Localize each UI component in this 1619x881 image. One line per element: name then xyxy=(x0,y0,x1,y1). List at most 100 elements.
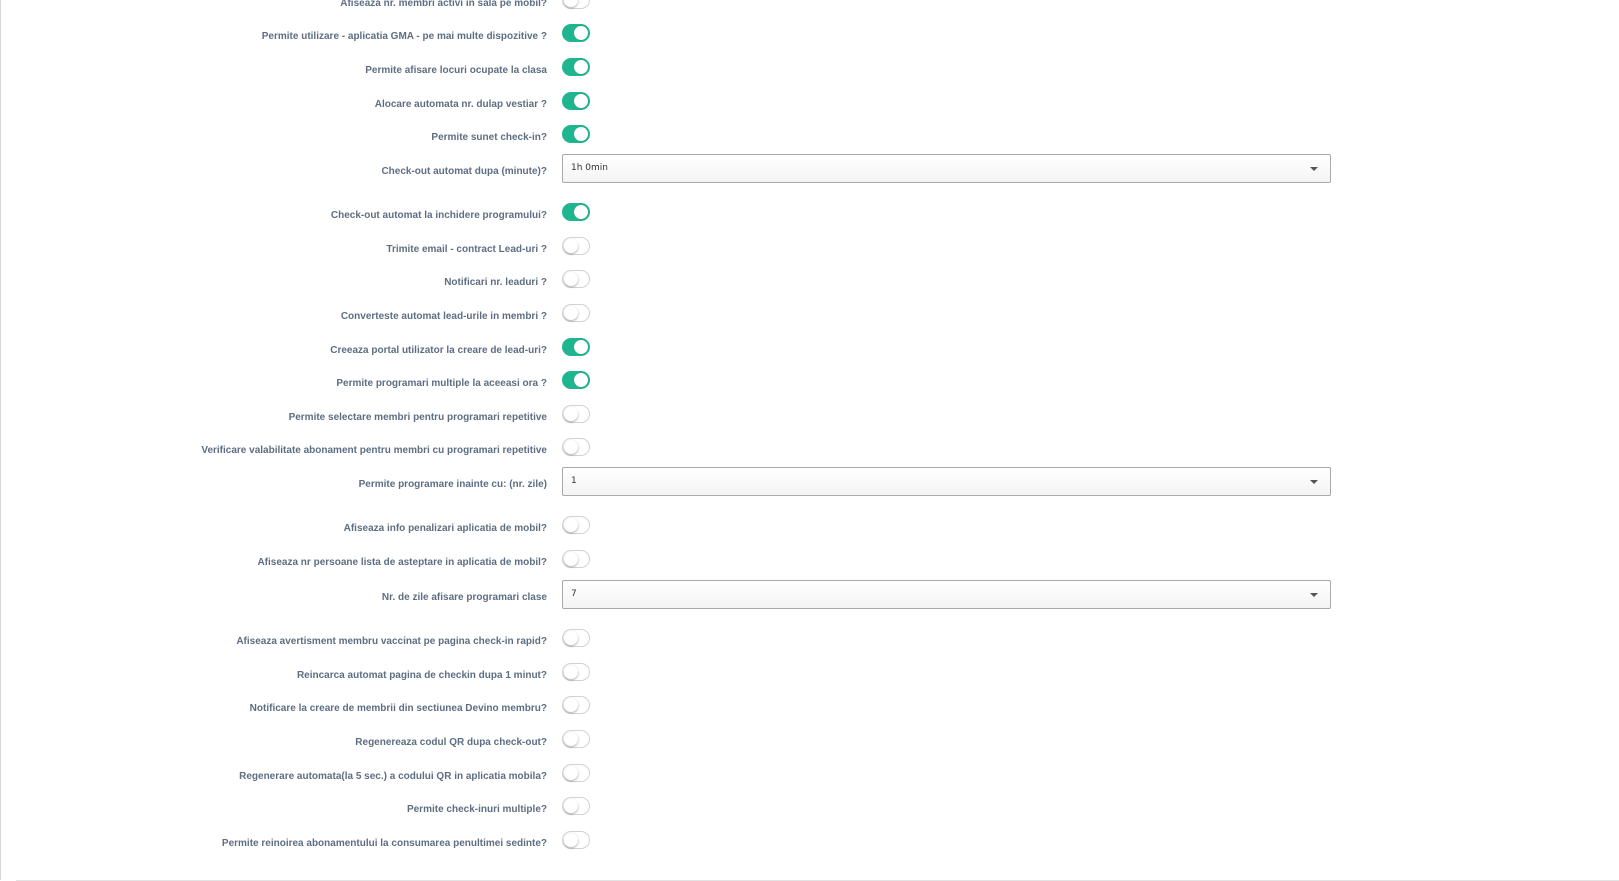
toggle-knob xyxy=(564,518,578,532)
setting-toggle[interactable] xyxy=(562,516,590,534)
toggle-knob xyxy=(564,665,578,679)
toggle-knob xyxy=(564,407,578,421)
toggle-knob xyxy=(564,833,578,847)
toggle-knob xyxy=(564,440,578,454)
setting-label: Regenerare automata(la 5 sec.) a codului… xyxy=(239,771,547,782)
setting-label: Regenereaza codul QR dupa check-out? xyxy=(355,737,547,748)
setting-row: Permite afisare locuri ocupate la clasa xyxy=(0,58,1619,84)
setting-label: Nr. de zile afisare programari clase xyxy=(381,592,547,603)
chevron-down-icon xyxy=(1310,480,1318,484)
setting-toggle[interactable] xyxy=(562,304,590,322)
setting-row: Permite programare inainte cu: (nr. zile… xyxy=(0,467,1619,498)
setting-label: Converteste automat lead-urile in membri… xyxy=(340,311,547,322)
toggle-knob xyxy=(564,698,578,712)
setting-toggle[interactable] xyxy=(562,237,590,255)
setting-label: Reincarca automat pagina de checkin dupa… xyxy=(296,670,547,681)
setting-label: Verificare valabilitate abonament pentru… xyxy=(201,445,547,456)
select-value: 1 xyxy=(571,476,577,486)
setting-label: Notificare la creare de membrii din sect… xyxy=(249,703,547,714)
toggle-knob xyxy=(564,631,578,645)
setting-label: Check-out automat la inchidere programul… xyxy=(330,210,547,221)
setting-toggle[interactable] xyxy=(562,58,590,76)
setting-row: Permite selectare membri pentru programa… xyxy=(0,405,1619,431)
setting-row: Trimite email - contract Lead-uri ? xyxy=(0,237,1619,263)
toggle-knob xyxy=(564,239,578,253)
setting-toggle[interactable] xyxy=(562,371,590,389)
setting-row: Permite sunet check-in? xyxy=(0,125,1619,151)
toggle-knob xyxy=(574,94,588,108)
select-value: 1h 0min xyxy=(571,163,608,173)
setting-row: Check-out automat la inchidere programul… xyxy=(0,203,1619,229)
setting-toggle[interactable] xyxy=(562,696,590,714)
setting-row: Converteste automat lead-urile in membri… xyxy=(0,304,1619,330)
setting-row: Regenereaza codul QR dupa check-out? xyxy=(0,730,1619,756)
setting-row: Creeaza portal utilizator la creare de l… xyxy=(0,338,1619,364)
toggle-knob xyxy=(564,766,578,780)
setting-row: Afiseaza info penalizari aplicatia de mo… xyxy=(0,516,1619,542)
setting-toggle[interactable] xyxy=(562,730,590,748)
setting-row: Permite utilizare - aplicatia GMA - pe m… xyxy=(0,24,1619,50)
setting-label: Permite check-inuri multiple? xyxy=(406,804,547,815)
setting-label: Afiseaza info penalizari aplicatia de mo… xyxy=(343,523,547,534)
setting-toggle[interactable] xyxy=(562,629,590,647)
setting-toggle[interactable] xyxy=(562,550,590,568)
setting-toggle[interactable] xyxy=(562,764,590,782)
setting-select[interactable]: 7 xyxy=(562,580,1331,609)
toggle-knob xyxy=(564,799,578,813)
setting-label: Alocare automata nr. dulap vestiar ? xyxy=(374,99,547,110)
toggle-knob xyxy=(564,732,578,746)
setting-toggle[interactable] xyxy=(562,405,590,423)
setting-row: Notificari nr. leaduri ? xyxy=(0,270,1619,296)
chevron-down-icon xyxy=(1310,593,1318,597)
setting-row: Check-out automat dupa (minute)? 1h 0min xyxy=(0,154,1619,185)
setting-label: Permite programare inainte cu: (nr. zile… xyxy=(358,479,547,490)
setting-label: Permite afisare locuri ocupate la clasa xyxy=(365,65,547,76)
toggle-knob xyxy=(574,60,588,74)
setting-row: Permite programari multiple la aceeasi o… xyxy=(0,371,1619,397)
setting-row: Afiseaza nr persoane lista de asteptare … xyxy=(0,550,1619,576)
setting-toggle[interactable] xyxy=(562,438,590,456)
setting-toggle[interactable] xyxy=(562,797,590,815)
setting-label: Creeaza portal utilizator la creare de l… xyxy=(330,345,547,356)
setting-row: Afiseaza avertisment membru vaccinat pe … xyxy=(0,629,1619,655)
setting-label: Permite sunet check-in? xyxy=(431,132,547,143)
toggle-knob xyxy=(574,340,588,354)
setting-row: Regenerare automata(la 5 sec.) a codului… xyxy=(0,764,1619,790)
toggle-knob xyxy=(564,0,578,7)
setting-row: Nr. de zile afisare programari clase 7 xyxy=(0,580,1619,611)
toggle-knob xyxy=(564,272,578,286)
setting-row: Notificare la creare de membrii din sect… xyxy=(0,696,1619,722)
toggle-knob xyxy=(574,26,588,40)
setting-toggle[interactable] xyxy=(562,270,590,288)
select-value: 7 xyxy=(571,589,577,599)
setting-label: Check-out automat dupa (minute)? xyxy=(381,166,547,177)
setting-label: Permite reinoirea abonamentului la consu… xyxy=(221,838,547,849)
setting-row: Verificare valabilitate abonament pentru… xyxy=(0,438,1619,464)
setting-label: Afiseaza nr. membri activi in sala pe mo… xyxy=(340,0,547,9)
setting-label: Permite selectare membri pentru programa… xyxy=(288,412,547,423)
chevron-down-icon xyxy=(1310,167,1318,171)
setting-toggle[interactable] xyxy=(562,0,590,9)
setting-toggle[interactable] xyxy=(562,125,590,143)
setting-label: Afiseaza avertisment membru vaccinat pe … xyxy=(236,636,547,647)
setting-label: Trimite email - contract Lead-uri ? xyxy=(386,244,547,255)
setting-toggle[interactable] xyxy=(562,338,590,356)
setting-toggle[interactable] xyxy=(562,92,590,110)
toggle-knob xyxy=(574,127,588,141)
setting-row: Permite check-inuri multiple? xyxy=(0,797,1619,823)
toggle-knob xyxy=(574,205,588,219)
setting-select[interactable]: 1h 0min xyxy=(562,154,1331,183)
toggle-knob xyxy=(564,306,578,320)
toggle-knob xyxy=(564,552,578,566)
setting-label: Notificari nr. leaduri ? xyxy=(444,277,547,288)
setting-toggle[interactable] xyxy=(562,203,590,221)
setting-label: Permite utilizare - aplicatia GMA - pe m… xyxy=(261,31,547,42)
setting-toggle[interactable] xyxy=(562,831,590,849)
setting-row: Alocare automata nr. dulap vestiar ? xyxy=(0,92,1619,118)
setting-select[interactable]: 1 xyxy=(562,467,1331,496)
toggle-knob xyxy=(574,373,588,387)
setting-toggle[interactable] xyxy=(562,24,590,42)
setting-label: Afiseaza nr persoane lista de asteptare … xyxy=(257,557,547,568)
setting-row: Reincarca automat pagina de checkin dupa… xyxy=(0,663,1619,689)
setting-toggle[interactable] xyxy=(562,663,590,681)
